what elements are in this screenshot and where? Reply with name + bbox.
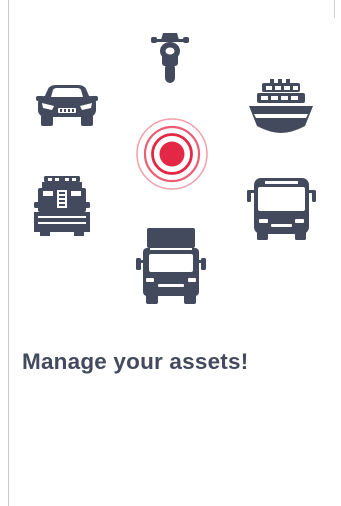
tractor-icon [34,176,92,236]
motorcycle-icon [150,30,190,84]
onboarding-headline: Manage your assets! [22,349,249,374]
bus-icon [247,178,316,240]
truck-icon [136,228,206,304]
car-icon [36,83,98,127]
screen-border-left [8,0,9,506]
screen-border-right [334,0,335,18]
location-signal-icon [134,116,210,192]
ship-icon [248,78,314,134]
onboarding-screen: Manage your assets! [0,0,341,506]
